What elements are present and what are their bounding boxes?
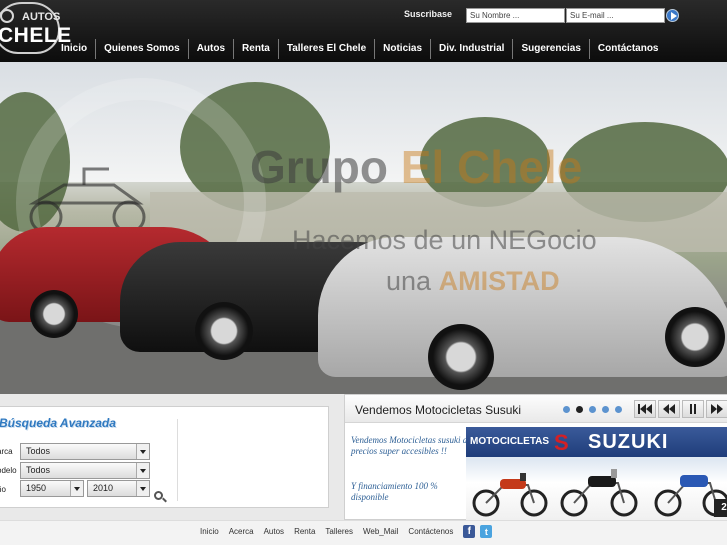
- chevron-down-icon: [136, 463, 149, 478]
- slider-dot[interactable]: [589, 406, 596, 413]
- header: AUTOS CHELE Suscribase Inicio Quienes So…: [0, 0, 727, 62]
- promo-text-1: Vendemos Motocicletas susuki a precios s…: [351, 435, 468, 456]
- next-slide-button[interactable]: [706, 400, 727, 418]
- hero-tagline-2a: una: [386, 266, 432, 296]
- antique-car-icon: [28, 167, 146, 234]
- footer-link-talleres[interactable]: Talleres: [325, 527, 353, 536]
- logo-autos-text: AUTOS: [22, 11, 61, 23]
- slider-dot[interactable]: [615, 406, 622, 413]
- twitter-icon[interactable]: t: [480, 525, 493, 538]
- promo-slider: Vendemos Motocicletas Susuki Vendemos Mo…: [344, 394, 727, 520]
- promo-text-2: Y financiamiento 100 % disponible: [351, 481, 438, 502]
- hero-wheel: [195, 302, 253, 360]
- modelo-select-value: Todos: [26, 465, 51, 475]
- skip-first-icon: [638, 404, 652, 414]
- year-to-select[interactable]: 2010: [87, 480, 150, 497]
- page: AUTOS CHELE Suscribase Inicio Quienes So…: [0, 0, 727, 545]
- modelo-label: odelo: [0, 466, 17, 475]
- hero-wheel: [665, 307, 725, 367]
- motorcycle-red-icon: [472, 473, 548, 517]
- nav-inicio[interactable]: Inicio: [53, 39, 97, 59]
- nav-quienes-somos[interactable]: Quienes Somos: [96, 39, 189, 59]
- gear-icon: [0, 9, 14, 23]
- fast-forward-icon: [711, 404, 723, 414]
- nav-renta[interactable]: Renta: [234, 39, 279, 59]
- pause-icon: [690, 404, 696, 414]
- search-icon[interactable]: [154, 491, 163, 500]
- advanced-search-panel: Búsqueda Avanzada arca Todos odelo Todos…: [0, 406, 329, 508]
- nav-autos[interactable]: Autos: [189, 39, 235, 59]
- suzuki-banner[interactable]: MOTOCICLETAS S SUZUKI 2: [466, 427, 727, 520]
- hero-brand-word2: El Chele: [400, 141, 583, 193]
- banner-slide-number: 2: [714, 499, 727, 517]
- search-title: Búsqueda Avanzada: [0, 416, 116, 430]
- promo-title: Vendemos Motocicletas Susuki: [355, 403, 522, 417]
- hero-tagline-1: Hacemos de un NEGocio: [292, 225, 597, 255]
- chevron-down-icon: [70, 481, 83, 496]
- nav-talleres[interactable]: Talleres El Chele: [279, 39, 376, 59]
- slider-dots: [563, 406, 622, 413]
- slider-controls: [634, 400, 727, 418]
- footer: Inicio Acerca Autos Renta Talleres Web_M…: [0, 520, 727, 545]
- hero-banner: Grupo El Chele Hacemos de un NEGocio una…: [0, 62, 727, 394]
- chevron-down-icon: [136, 481, 149, 496]
- subscribe-go-icon[interactable]: [666, 9, 679, 22]
- subscribe-label: Suscribase: [404, 9, 453, 19]
- footer-link-contactenos[interactable]: Contáctenos: [408, 527, 453, 536]
- first-slide-button[interactable]: [634, 400, 656, 418]
- subscribe-name-input[interactable]: [466, 8, 565, 23]
- marca-label: arca: [0, 447, 13, 456]
- footer-link-renta[interactable]: Renta: [294, 527, 315, 536]
- nav-contactanos[interactable]: Contáctanos: [590, 39, 667, 59]
- main-nav: Inicio Quienes Somos Autos Renta Tallere…: [53, 39, 666, 59]
- banner-label: MOTOCICLETAS: [470, 436, 550, 447]
- slider-dot[interactable]: [563, 406, 570, 413]
- hero-wheel: [428, 324, 494, 390]
- marca-select-value: Todos: [26, 446, 51, 456]
- prev-slide-button[interactable]: [658, 400, 680, 418]
- anio-label: ño: [0, 485, 6, 494]
- footer-link-autos[interactable]: Autos: [264, 527, 284, 536]
- suzuki-logo-icon: S: [554, 430, 569, 455]
- footer-link-webmail[interactable]: Web_Mail: [363, 527, 398, 536]
- hero-wheel: [30, 290, 78, 338]
- nav-div-industrial[interactable]: Div. Industrial: [431, 39, 514, 59]
- search-divider: [177, 419, 178, 501]
- slider-dot[interactable]: [602, 406, 609, 413]
- footer-link-inicio[interactable]: Inicio: [200, 527, 219, 536]
- marca-select[interactable]: Todos: [20, 443, 150, 460]
- facebook-icon[interactable]: f: [463, 525, 476, 538]
- year-from-value: 1950: [26, 483, 47, 493]
- promo-header: Vendemos Motocicletas Susuki: [345, 395, 727, 423]
- rewind-icon: [663, 404, 675, 414]
- year-to-value: 2010: [93, 483, 114, 493]
- slider-dot-active[interactable]: [576, 406, 583, 413]
- footer-links: Inicio Acerca Autos Renta Talleres Web_M…: [200, 525, 493, 538]
- hero-brand-word1: Grupo: [250, 141, 388, 193]
- nav-noticias[interactable]: Noticias: [375, 39, 432, 59]
- hero-brand-text: Grupo El Chele: [250, 140, 582, 194]
- chevron-down-icon: [136, 444, 149, 459]
- hero-tagline-2: una AMISTAD: [386, 266, 560, 297]
- subscribe-email-input[interactable]: [566, 8, 665, 23]
- motorcycle-black-icon: [560, 469, 638, 517]
- hero-tagline-2b: AMISTAD: [438, 266, 560, 296]
- year-from-select[interactable]: 1950: [20, 480, 84, 497]
- nav-sugerencias[interactable]: Sugerencias: [513, 39, 590, 59]
- footer-link-acerca[interactable]: Acerca: [229, 527, 254, 536]
- pause-button[interactable]: [682, 400, 704, 418]
- hero-silver-car: [318, 237, 727, 377]
- banner-brand: SUZUKI: [588, 431, 669, 453]
- modelo-select[interactable]: Todos: [20, 462, 150, 479]
